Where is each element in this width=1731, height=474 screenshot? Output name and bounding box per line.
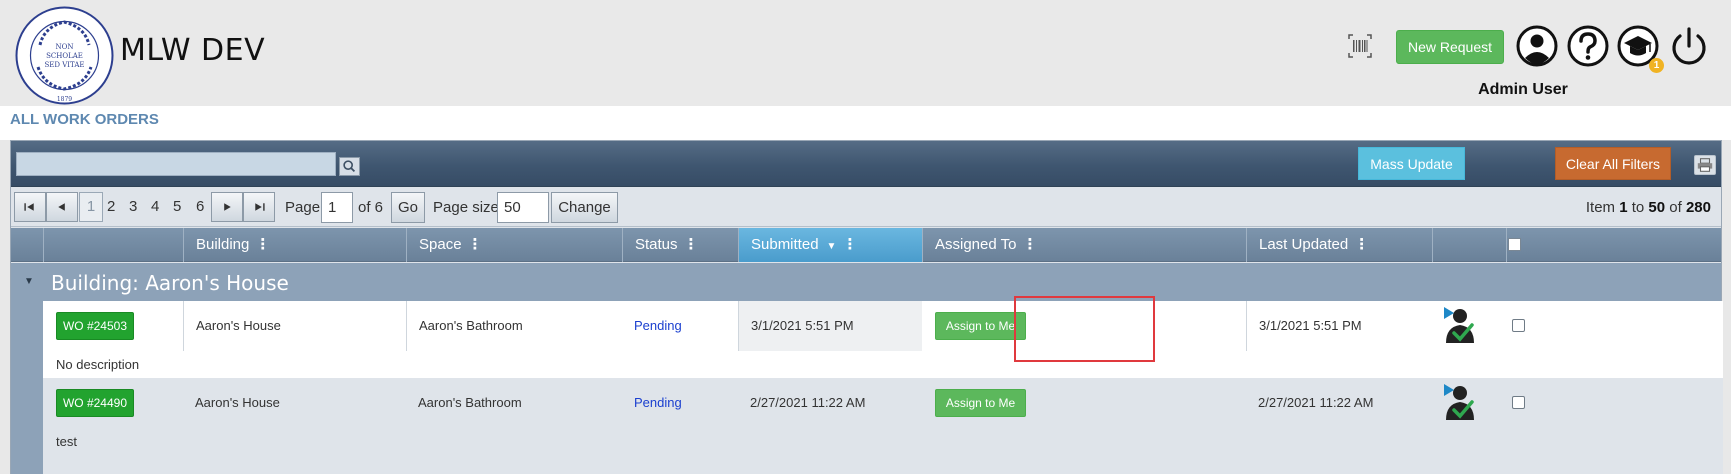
last-page-icon[interactable]	[243, 192, 275, 222]
mass-update-button[interactable]: Mass Update	[1358, 147, 1465, 180]
svg-text:SED VITAE: SED VITAE	[44, 61, 84, 69]
column-menu-icon[interactable]: ⋮	[842, 236, 857, 253]
page-size-input[interactable]: 50	[497, 192, 549, 223]
help-icon[interactable]	[1566, 24, 1610, 68]
column-header-building[interactable]: Building ⋮	[183, 228, 406, 262]
work-order-button[interactable]: WO #24503	[56, 312, 134, 340]
column-menu-icon[interactable]: ⋮	[255, 236, 270, 253]
change-page-size-button[interactable]: Change	[551, 192, 618, 223]
search-icon[interactable]	[339, 157, 360, 176]
last-updated-cell: 3/1/2021 5:51 PM	[1246, 301, 1432, 351]
clear-all-filters-button[interactable]: Clear All Filters	[1555, 147, 1671, 180]
column-header-actions	[1432, 228, 1506, 262]
table-row[interactable]: WO #24503 Aaron's House Aaron's Bathroom…	[43, 301, 1723, 351]
description-text: No description	[56, 357, 140, 372]
assign-to-me-button[interactable]: Assign to Me	[935, 389, 1026, 417]
column-header-space[interactable]: Space ⋮	[406, 228, 622, 262]
svg-text:NON: NON	[56, 43, 74, 51]
building-cell: Aaron's House	[195, 395, 280, 410]
svg-text:SCHOLAE: SCHOLAE	[46, 52, 83, 60]
column-menu-icon[interactable]: ⋮	[1022, 236, 1037, 253]
section-title-bar	[0, 106, 1731, 140]
column-header-last-updated[interactable]: Last Updated ⋮	[1246, 228, 1432, 262]
user-check-icon[interactable]	[1442, 382, 1478, 422]
space-cell: Aaron's Bathroom	[406, 301, 622, 351]
sort-descending-icon: ▼	[826, 241, 837, 252]
row-description: No description	[43, 351, 1723, 378]
row-description: test	[43, 428, 1723, 474]
first-page-icon[interactable]	[14, 192, 46, 222]
column-menu-icon[interactable]: ⋮	[1354, 236, 1369, 253]
notification-badge: 1	[1649, 58, 1664, 73]
select-all-checkbox[interactable]	[1508, 238, 1521, 251]
assign-to-me-button[interactable]: Assign to Me	[935, 312, 1026, 340]
building-cell: Aaron's House	[183, 301, 406, 351]
column-header-status[interactable]: Status ⋮	[622, 228, 738, 262]
user-check-icon[interactable]	[1442, 305, 1478, 345]
previous-page-icon[interactable]	[46, 192, 78, 222]
table-row[interactable]: WO #24490 Aaron's House Aaron's Bathroom…	[43, 378, 1723, 428]
print-icon[interactable]	[1694, 155, 1716, 175]
highlight-annotation	[1014, 296, 1155, 362]
space-cell: Aaron's Bathroom	[418, 395, 522, 410]
app-title: MLW DEV	[120, 33, 266, 68]
search-input[interactable]	[16, 152, 336, 176]
column-header-submitted[interactable]: Submitted ▼ ⋮	[738, 228, 922, 262]
collapse-triangle-icon[interactable]: ▼	[24, 276, 34, 287]
work-order-button[interactable]: WO #24490	[56, 389, 134, 417]
school-seal-logo[interactable]: NON SCHOLAE SED VITAE 1879	[14, 5, 115, 106]
current-user-name[interactable]: Admin User	[1453, 81, 1593, 99]
page-number-input[interactable]: 1	[321, 192, 353, 223]
group-header-row[interactable]: ▼ Building: Aaron's House	[11, 263, 1721, 301]
page-title: ALL WORK ORDERS	[10, 111, 159, 128]
user-profile-icon[interactable]	[1515, 24, 1559, 68]
power-icon[interactable]	[1667, 24, 1711, 68]
status-cell: Pending	[634, 395, 682, 410]
last-updated-cell: 2/27/2021 11:22 AM	[1258, 395, 1374, 410]
grid-toolbar: Mass Update Clear All Filters	[11, 141, 1721, 187]
next-page-icon[interactable]	[211, 192, 243, 222]
page-label: Page:	[285, 199, 325, 216]
status-cell: Pending	[634, 318, 682, 333]
row-checkbox[interactable]	[1512, 319, 1525, 332]
page-size-label: Page size:	[433, 199, 504, 216]
submitted-cell: 3/1/2021 5:51 PM	[738, 301, 922, 351]
page-count-label: of 6	[358, 199, 384, 216]
column-menu-icon[interactable]: ⋮	[468, 236, 483, 253]
column-header-wo	[43, 228, 183, 262]
column-header-select	[1506, 228, 1723, 262]
item-count-summary: Item 1 to 50 of 280	[1585, 199, 1711, 216]
page-number[interactable]: 4	[151, 198, 159, 215]
row-checkbox[interactable]	[1512, 396, 1525, 409]
page-number[interactable]: 6	[196, 198, 204, 215]
svg-text:1879: 1879	[57, 96, 72, 103]
submitted-cell: 2/27/2021 11:22 AM	[750, 395, 866, 410]
page-number-current[interactable]: 1	[79, 192, 103, 222]
page-number[interactable]: 5	[173, 198, 181, 215]
column-menu-icon[interactable]: ⋮	[684, 236, 699, 253]
work-orders-grid: Mass Update Clear All Filters 1 2 3 4 5 …	[10, 140, 1723, 474]
group-label: Building: Aaron's House	[51, 271, 289, 295]
pager: 1 2 3 4 5 6 Page: 1 of 6 Go Page size: 5…	[11, 187, 1721, 227]
page-number[interactable]: 3	[129, 198, 137, 215]
group-indent-strip	[11, 301, 43, 474]
description-text: test	[56, 434, 77, 449]
app-header: NON SCHOLAE SED VITAE 1879 MLW DEV New R…	[0, 0, 1731, 106]
go-button[interactable]: Go	[391, 192, 425, 223]
column-header-assigned-to[interactable]: Assigned To ⋮	[922, 228, 1246, 262]
column-header-row: Building ⋮ Space ⋮ Status ⋮ Submitted ▼ ⋮ Ass…	[11, 228, 1721, 262]
page-number[interactable]: 2	[107, 198, 115, 215]
barcode-icon[interactable]	[1346, 32, 1374, 60]
new-request-button[interactable]: New Request	[1396, 30, 1504, 64]
